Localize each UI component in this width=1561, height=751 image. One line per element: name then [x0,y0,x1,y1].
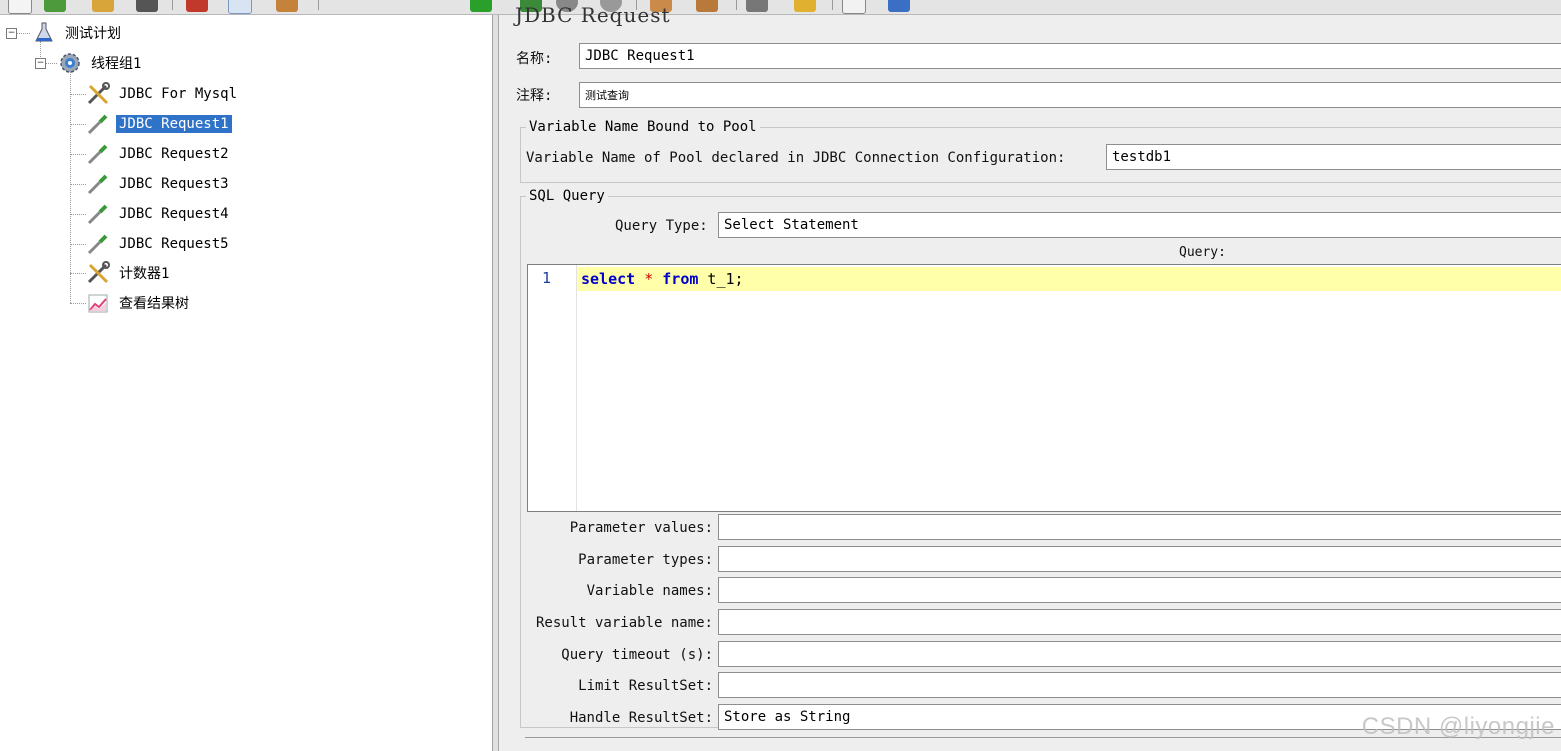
test-plan-tree: − − 测试计划 线程组1 JDBC For Mysql JDBC Reques… [0,15,493,751]
query-type-label: Query Type: [615,218,708,234]
collapse-toggle-icon[interactable]: − [35,58,46,69]
function-helper-icon[interactable] [842,0,866,14]
panel-title: JDBC Request [515,3,671,27]
parameter-values-field[interactable] [718,514,1561,540]
tree-connector [70,71,71,303]
toolbar-separator [318,0,319,10]
tree-node-label: 测试计划 [65,26,121,42]
limit-resultset-label: Limit ResultSet: [578,678,713,694]
query-type-select[interactable]: Select Statement [718,212,1561,238]
parameter-values-label: Parameter values: [569,520,713,536]
pool-variable-field[interactable]: testdb1 [1106,144,1561,170]
comment-field[interactable]: 测试查询 [579,82,1561,108]
new-icon[interactable] [8,0,32,14]
sql-operator: * [635,270,663,288]
config-wrench-scissors-icon [87,261,110,284]
tree-connector [70,94,86,95]
tree-node-label: 线程组1 [91,56,142,72]
sampler-pipette-icon [87,144,108,165]
query-timeout-field[interactable] [718,641,1561,667]
search-icon[interactable] [746,0,768,12]
tree-connector [70,214,86,215]
pool-group-title: Variable Name Bound to Pool [526,119,760,135]
sampler-pipette-icon [87,204,108,225]
help-icon[interactable] [888,0,910,12]
tree-node-label: JDBC Request1 [116,115,232,133]
watermark: CSDN @liyongjie [1361,713,1555,740]
tree-node-label: JDBC For Mysql [119,86,238,102]
limit-resultset-field[interactable] [718,672,1561,698]
tree-connector [70,244,86,245]
name-label: 名称: [516,51,553,67]
tree-node-label: JDBC Request4 [119,206,229,222]
reset-search-icon[interactable] [794,0,816,12]
sampler-pipette-icon [87,114,108,135]
cut-icon[interactable] [186,0,208,12]
line-number-gutter: 1 [528,265,577,511]
test-plan-flask-icon [35,22,53,42]
tree-node-thread-group[interactable]: 线程组1 [58,51,144,75]
variable-names-label: Variable names: [586,583,713,599]
query-label: Query: [1179,245,1226,260]
main-toolbar [0,0,1561,15]
tree-node-jdbc-request1[interactable]: JDBC Request1 [86,112,232,136]
copy-icon[interactable] [228,0,252,14]
sampler-pipette-icon [87,174,108,195]
tree-node-view-results-tree[interactable]: 查看结果树 [86,291,192,315]
pool-variable-label: Variable Name of Pool declared in JDBC C… [526,150,1066,166]
sampler-pipette-icon [87,234,108,255]
tree-node-counter[interactable]: 计数器1 [86,261,172,285]
tree-node-jdbc-config[interactable]: JDBC For Mysql [86,82,240,106]
tree-node-label: 查看结果树 [119,296,189,312]
tree-node-jdbc-request3[interactable]: JDBC Request3 [86,172,232,196]
line-number: 1 [542,269,552,287]
tree-node-jdbc-request5[interactable]: JDBC Request5 [86,232,232,256]
handle-resultset-label: Handle ResultSet: [569,710,713,726]
jdbc-request-panel: JDBC Request 名称: JDBC Request1 注释: 测试查询 … [499,3,1561,751]
sql-keyword: select [581,270,636,288]
tree-node-label: 计数器1 [119,266,170,282]
config-wrench-scissors-icon [87,82,110,105]
sql-query-group-title: SQL Query [526,188,608,204]
tree-node-jdbc-request4[interactable]: JDBC Request4 [86,202,232,226]
paste-icon[interactable] [276,0,298,12]
save-icon[interactable] [136,0,158,12]
tree-connector [16,33,30,34]
name-field[interactable]: JDBC Request1 [579,43,1561,69]
sql-keyword: from [662,270,699,288]
toolbar-separator [832,0,833,10]
listener-chart-icon [88,294,108,313]
tree-connector [70,154,86,155]
query-timeout-label: Query timeout (s): [561,647,713,663]
parameter-types-field[interactable] [718,546,1561,572]
collapse-toggle-icon[interactable]: − [6,28,17,39]
clear-all-icon[interactable] [696,0,718,12]
tree-node-label: JDBC Request3 [119,176,229,192]
tree-node-test-plan[interactable]: 测试计划 [32,21,124,45]
toolbar-separator [736,0,737,10]
tree-connector [45,63,57,64]
tree-node-label: JDBC Request2 [119,146,229,162]
variable-names-field[interactable] [718,577,1561,603]
tree-connector [70,303,86,304]
tree-node-label: JDBC Request5 [119,236,229,252]
sql-text: t_1; [698,270,744,288]
result-variable-name-label: Result variable name: [535,615,713,631]
code-line[interactable]: select * from t_1; [577,267,1561,291]
tree-connector [70,273,86,274]
start-icon[interactable] [470,0,492,12]
toolbar-separator [172,0,173,10]
tree-node-jdbc-request2[interactable]: JDBC Request2 [86,142,232,166]
sql-query-editor[interactable]: 1 select * from t_1; [527,264,1561,512]
tree-connector [70,124,86,125]
comment-label: 注释: [516,88,553,104]
tree-connector [70,184,86,185]
thread-group-gear-icon [60,53,80,73]
open-icon[interactable] [92,0,114,12]
parameter-types-label: Parameter types: [578,552,713,568]
result-variable-name-field[interactable] [718,609,1561,635]
templates-icon[interactable] [44,0,66,12]
